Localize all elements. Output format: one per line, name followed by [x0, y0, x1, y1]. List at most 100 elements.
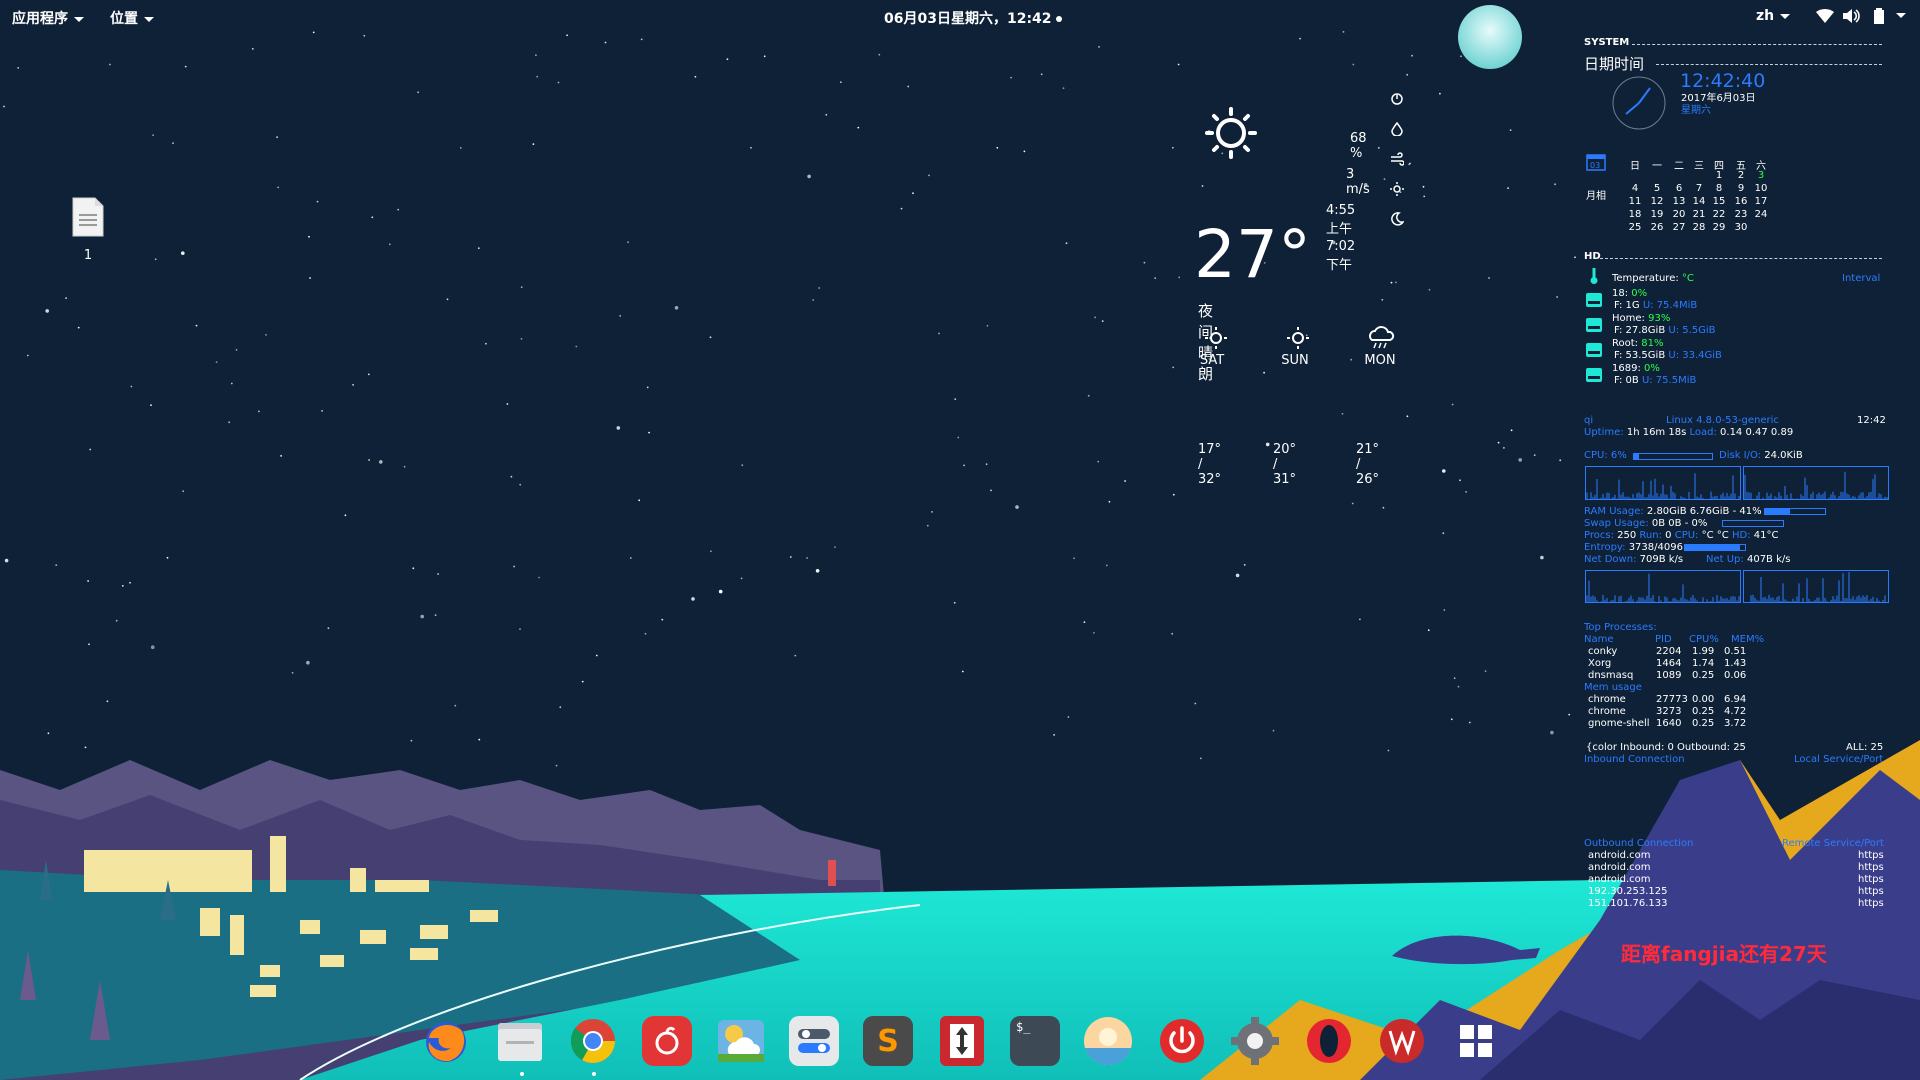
places-menu[interactable]: 位置 — [110, 8, 154, 28]
applications-menu-label: 应用程序 — [12, 11, 68, 27]
folder-icon — [498, 1023, 542, 1061]
disk-row: 1689: 0% — [1612, 363, 1660, 374]
temperature-right: Interval — [1842, 273, 1881, 284]
mem-usage-header: Mem usage — [1584, 682, 1642, 693]
applications-menu[interactable]: 应用程序 — [12, 8, 84, 28]
kernel: Linux 4.8.0-53-generic — [1666, 415, 1779, 426]
temperature-row: Temperature: °C — [1612, 273, 1694, 284]
dock-photos[interactable] — [1083, 1016, 1133, 1066]
disk-percent: 93% — [1648, 313, 1671, 324]
dock-firefox[interactable] — [421, 1016, 471, 1066]
topbar-clock[interactable]: 06月03日星期六，12:42 — [884, 8, 1062, 28]
disk-free: F: 27.8GiB — [1614, 325, 1666, 336]
dock-opera[interactable] — [1304, 1016, 1354, 1066]
dock-shutdown[interactable] — [1157, 1016, 1207, 1066]
top-process-name: dnsmasq — [1588, 670, 1634, 681]
calendar-day: 21 — [1692, 209, 1706, 220]
outbound-service: https — [1858, 862, 1884, 873]
music-icon — [655, 1026, 679, 1055]
top-processes-header: Top Processes: — [1584, 622, 1657, 633]
calendar-weekday: 一 — [1652, 161, 1662, 172]
disk-row: Home: 93% — [1612, 313, 1670, 324]
document-icon — [72, 197, 104, 237]
uptime-row: Uptime: 1h 16m 18s Load: 0.14 0.47 0.89 — [1584, 427, 1793, 438]
outbound-host: 192.30.253.125 — [1588, 886, 1668, 897]
disk-row: 18: 0% — [1612, 288, 1647, 299]
hd-temp-label: HD: — [1731, 530, 1751, 541]
calendar-day: 10 — [1754, 183, 1768, 194]
dock-settings[interactable] — [1230, 1016, 1280, 1066]
dock-sublime[interactable]: S — [863, 1016, 913, 1066]
uptime-label: Uptime: — [1584, 427, 1624, 438]
dock-terminal[interactable]: $_ — [1010, 1016, 1060, 1066]
connections-summary: {color Inbound: 0 Outbound: 25 — [1586, 742, 1746, 753]
temperature-label: Temperature: — [1612, 273, 1679, 284]
photo-icon — [1084, 1017, 1132, 1066]
grid-icon — [1460, 1025, 1492, 1057]
mem-process-pid: 27773 — [1656, 694, 1688, 705]
dock-files[interactable] — [495, 1016, 545, 1066]
dock-tweaks[interactable] — [789, 1016, 839, 1066]
weather-temperature: 27° — [1194, 216, 1311, 293]
forecast-day: SAT — [1199, 353, 1225, 368]
ram-bar — [1764, 508, 1826, 515]
weather-sunset: 7:02 下午 — [1326, 239, 1356, 273]
disk-name: 18: — [1612, 288, 1629, 299]
calendar-day: 11 — [1628, 196, 1642, 207]
dock-show-apps[interactable] — [1451, 1016, 1501, 1066]
ram-value: 2.80GiB 6.76GiB - 41% — [1646, 506, 1762, 517]
dock-weather[interactable] — [716, 1016, 766, 1066]
sublime-icon: S — [877, 1023, 899, 1059]
dock-netease-music[interactable] — [642, 1016, 692, 1066]
calendar-weekday: 日 — [1630, 161, 1640, 172]
proc-col-pid: PID — [1655, 634, 1672, 645]
forecast-range: 20° / 31° — [1273, 442, 1297, 487]
calendar-today: 3 — [1757, 170, 1765, 181]
calendar-day: 7 — [1695, 183, 1703, 194]
calendar-day: 15 — [1712, 196, 1726, 207]
outbound-header: Outbound Connection — [1584, 838, 1694, 849]
top-process-name: Xorg — [1588, 658, 1612, 669]
proc-col-mem: MEM% — [1731, 634, 1765, 645]
temperature-unit: °C — [1681, 273, 1694, 284]
diskio-row: Disk I/O: 24.0KiB — [1719, 450, 1803, 461]
sunrise-icon — [1390, 182, 1404, 196]
dock-transfer[interactable] — [940, 1016, 984, 1066]
procs-value: 250 — [1617, 530, 1637, 541]
proc-col-cpu: CPU% — [1689, 634, 1719, 645]
disk-used: U: 75.5MiB — [1641, 375, 1697, 386]
power-menu-icon[interactable] — [1896, 13, 1906, 18]
calendar-weekday: 三 — [1694, 161, 1704, 172]
cpu-temp-value: °C °C — [1701, 530, 1729, 541]
entropy-row: Entropy: 3738/4096 — [1584, 542, 1683, 553]
dock-chrome[interactable] — [568, 1016, 618, 1066]
calendar-day: 16 — [1734, 196, 1748, 207]
load-value: 0.14 0.47 0.89 — [1720, 427, 1794, 438]
input-method-menu[interactable]: zh — [1756, 8, 1791, 24]
forecast-day: MON — [1364, 353, 1396, 368]
pressure-icon — [1391, 93, 1403, 105]
cpu-temp-label: CPU: — [1674, 530, 1699, 541]
outbound-service: https — [1858, 874, 1884, 885]
calendar-day: 2 — [1737, 170, 1745, 181]
calendar-day: 5 — [1653, 183, 1661, 194]
calendar-day: 23 — [1734, 209, 1748, 220]
forecast-range: 17° / 32° — [1198, 442, 1222, 487]
calendar-day: 1 — [1715, 170, 1723, 181]
cpu-bar — [1633, 453, 1713, 460]
netdown-graph — [1585, 570, 1741, 603]
inbound-header: Inbound Connection — [1584, 754, 1685, 765]
netdown-label: Net Down: — [1584, 554, 1637, 565]
calendar-day: 13 — [1672, 196, 1686, 207]
dock-wps[interactable] — [1377, 1016, 1427, 1066]
weather-icon — [718, 1020, 764, 1062]
wifi-icon[interactable] — [1816, 8, 1834, 24]
battery-icon[interactable] — [1870, 8, 1888, 24]
netdown-value: 709B k/s — [1639, 554, 1684, 565]
desktop-file[interactable]: 1 — [66, 196, 110, 263]
mem-process-name: chrome — [1588, 694, 1626, 705]
humidity-icon — [1391, 122, 1403, 136]
thermometer-icon — [1590, 268, 1598, 284]
disk-used: U: 5.5GiB — [1668, 325, 1716, 336]
volume-icon[interactable] — [1842, 8, 1860, 24]
